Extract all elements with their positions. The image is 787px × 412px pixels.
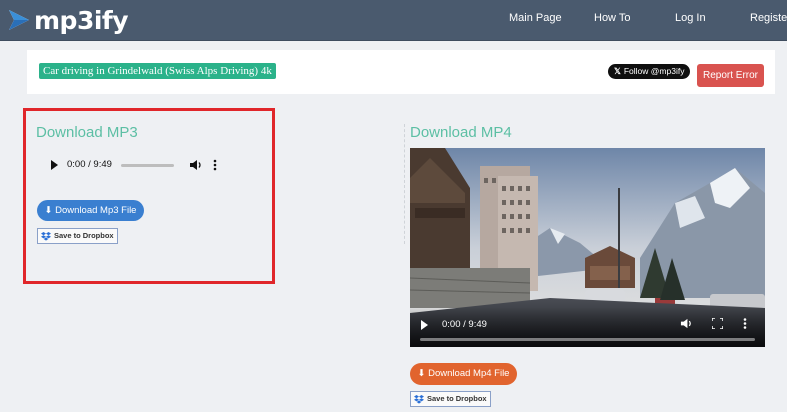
logo-text: mp3ify [34,5,129,35]
dropbox-icon [41,231,51,241]
top-navbar: mp3ify Main Page How To Log In Register [0,0,787,41]
video-controls: 0:00 / 9:49 [410,307,765,347]
mp4-heading: Download MP4 [410,124,512,141]
audio-time: 0:00 / 9:49 [67,159,112,170]
download-mp3-label: Download Mp3 File [55,205,137,216]
nav-log-in[interactable]: Log In [675,12,706,24]
x-follow-label: Follow @mp3ify [623,66,685,76]
download-mp4-label: Download Mp4 File [428,368,510,379]
x-follow-button[interactable]: 𝕏 Follow @mp3ify [608,64,691,79]
dropbox-label: Save to Dropbox [427,394,487,403]
video-progress-track[interactable] [420,338,755,341]
download-icon: ⬇ [44,205,56,216]
video-more-options-icon[interactable] [743,317,747,330]
video-time: 0:00 / 9:49 [442,319,487,330]
nav-how-to[interactable]: How To [594,12,630,24]
nav-main-page[interactable]: Main Page [509,12,562,24]
video-title-badge: Car driving in Grindelwald (Swiss Alps D… [39,63,276,79]
report-error-button[interactable]: Report Error [697,64,764,87]
fullscreen-icon[interactable] [712,318,723,329]
video-player[interactable]: 0:00 / 9:49 [410,148,765,347]
video-play-icon[interactable] [421,320,428,330]
audio-progress-track[interactable] [121,164,174,167]
title-bar: Car driving in Grindelwald (Swiss Alps D… [27,50,775,94]
logo[interactable]: mp3ify [6,4,129,36]
download-icon: ⬇ [417,368,429,379]
play-logo-icon [9,10,29,30]
mp3-heading: Download MP3 [36,124,138,141]
save-to-dropbox-mp4[interactable]: Save to Dropbox [410,391,491,407]
dropbox-icon [414,394,424,404]
volume-icon[interactable] [189,158,203,172]
download-mp4-button[interactable]: ⬇ Download Mp4 File [410,363,517,385]
play-icon[interactable] [51,160,58,170]
x-logo-icon: 𝕏 [614,66,621,76]
video-volume-icon[interactable] [680,317,693,330]
save-to-dropbox-mp3[interactable]: Save to Dropbox [37,228,118,244]
dropbox-label: Save to Dropbox [54,231,114,240]
nav-register[interactable]: Register [750,12,787,24]
more-options-icon[interactable] [213,158,217,172]
column-divider [404,124,406,244]
audio-player[interactable]: 0:00 / 9:49 [37,152,237,178]
download-mp3-button[interactable]: ⬇ Download Mp3 File [37,200,144,221]
